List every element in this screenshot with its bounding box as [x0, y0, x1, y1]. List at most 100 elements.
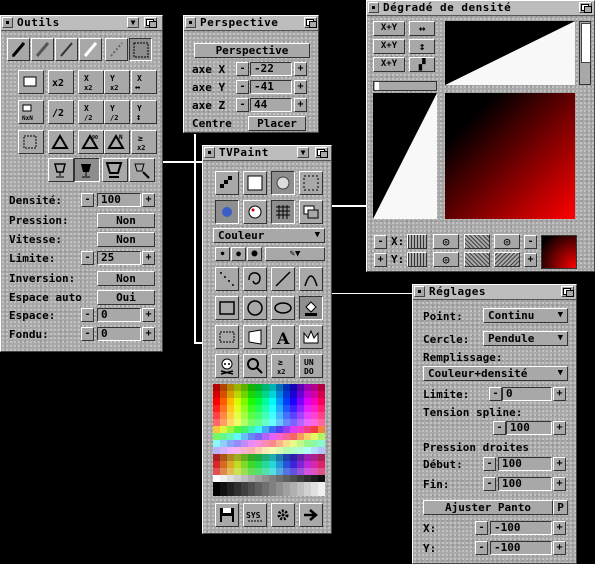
stack-icon[interactable] [299, 200, 323, 224]
close-icon[interactable] [2, 17, 13, 28]
param-plus-button[interactable]: + [142, 327, 155, 341]
circle-icon[interactable] [243, 296, 267, 320]
brush-picker-button[interactable]: ✎▼ [265, 247, 325, 261]
cup-large-icon[interactable] [102, 158, 128, 182]
ring-pattern-button[interactable]: ◎ [494, 234, 520, 249]
x-half-icon[interactable]: Xx2 [78, 70, 104, 94]
debut-minus-button[interactable]: - [483, 457, 496, 471]
depth-gadget-icon[interactable] [561, 286, 574, 297]
line-icon[interactable] [271, 267, 295, 291]
hatch-pattern-button[interactable] [494, 252, 520, 267]
mode-select[interactable]: Couleur ▼ [213, 228, 325, 243]
x-scale-icon[interactable]: X/2 [78, 100, 104, 124]
depth-gadget-icon[interactable] [304, 17, 317, 28]
reglages-titlebar[interactable]: Réglages [413, 285, 576, 300]
brush-size-button[interactable]: ● [215, 247, 230, 261]
cup-pointer-icon[interactable] [129, 158, 155, 182]
axis-plus-button[interactable]: + [294, 80, 307, 94]
text-icon[interactable]: A [271, 325, 295, 349]
brush-size-button[interactable]: ● [247, 247, 262, 261]
swap-axis-button[interactable]: X+Y [373, 57, 405, 72]
ring-pattern-button[interactable]: ◎ [433, 252, 459, 267]
remplissage-select[interactable]: Couleur+densité ▼ [423, 366, 568, 381]
airbrush-icon[interactable] [31, 38, 54, 61]
axis-minus-button[interactable]: - [236, 98, 249, 112]
marker-icon[interactable] [79, 38, 102, 61]
x2-scale-icon[interactable]: x2 [48, 70, 74, 94]
fill-bucket-icon[interactable] [299, 296, 323, 320]
chevron-down-icon[interactable]: ▼ [127, 17, 139, 28]
plus-button[interactable]: + [374, 253, 387, 267]
param-minus-button[interactable]: - [81, 327, 94, 341]
cercle-select[interactable]: Pendule ▼ [483, 331, 568, 346]
axis-field[interactable]: -41 [250, 80, 292, 94]
param-field[interactable]: 100 [97, 193, 141, 207]
limite-field[interactable]: 0 [502, 387, 552, 401]
param-plus-button[interactable]: + [142, 308, 155, 322]
param-field[interactable]: 25 [97, 251, 141, 265]
panto-p-button[interactable]: P [553, 500, 568, 515]
zoom-x2-icon[interactable]: ≥ x2 [131, 130, 157, 154]
depth-gadget-icon[interactable] [315, 147, 328, 158]
plus-button[interactable]: + [524, 253, 537, 267]
sys-icon[interactable]: SYS [243, 503, 267, 527]
param-toggle-button[interactable]: Oui [97, 290, 155, 305]
fin-plus-button[interactable]: + [553, 477, 566, 491]
n-by-n-grid-icon[interactable]: NxN [18, 100, 44, 124]
debut-field[interactable]: 100 [498, 457, 552, 471]
param-minus-button[interactable]: - [81, 193, 94, 207]
degrade-titlebar[interactable]: Dégradé de densité [367, 1, 594, 16]
param-toggle-button[interactable]: Non [97, 213, 155, 228]
pen-icon[interactable] [55, 38, 78, 61]
flip-horizontal-icon[interactable]: X ↔ [131, 70, 157, 94]
fin-field[interactable]: 100 [498, 477, 552, 491]
panto-y-plus-button[interactable]: + [553, 541, 566, 555]
tvpaint-titlebar[interactable]: TVPaint ▼ [203, 146, 331, 161]
spiral-icon[interactable] [243, 267, 267, 291]
y-half-icon[interactable]: Yx2 [104, 70, 130, 94]
cup-filled-icon[interactable] [74, 158, 100, 182]
fin-minus-button[interactable]: - [483, 477, 496, 491]
axis-plus-button[interactable]: + [294, 98, 307, 112]
pencil-icon[interactable] [7, 38, 30, 61]
close-icon[interactable] [185, 17, 196, 28]
axis-field[interactable]: -22 [250, 62, 292, 76]
rotate-n-icon[interactable]: N [104, 130, 130, 154]
debut-plus-button[interactable]: + [553, 457, 566, 471]
close-icon[interactable] [368, 2, 379, 13]
param-toggle-button[interactable]: Non [97, 271, 155, 286]
pattern-button[interactable] [407, 234, 427, 249]
color-palette[interactable] [213, 384, 325, 496]
ajuster-panto-button[interactable]: Ajuster Panto [423, 500, 553, 515]
axis-minus-button[interactable]: - [236, 80, 249, 94]
axis-minus-button[interactable]: - [236, 62, 249, 76]
dither-icon[interactable] [215, 171, 239, 195]
param-minus-button[interactable]: - [81, 251, 94, 265]
diagonal-button[interactable]: ▞ [409, 57, 435, 72]
palette-icon[interactable] [243, 200, 267, 224]
param-field[interactable]: 0 [97, 308, 141, 322]
panto-x-field[interactable]: -100 [490, 521, 552, 535]
point-select[interactable]: Continu ▼ [483, 308, 568, 323]
ellipse-icon[interactable] [271, 296, 295, 320]
limite-minus-button[interactable]: - [489, 387, 502, 401]
perspective-titlebar[interactable]: Perspective [184, 16, 318, 31]
zoom-x2-icon[interactable]: ≥ x2 [271, 354, 295, 378]
grid-icon[interactable] [271, 200, 295, 224]
tension-field[interactable]: 100 [506, 421, 552, 435]
half-scale-icon[interactable]: /2 [48, 100, 74, 124]
brush-select-icon[interactable] [215, 325, 239, 349]
y-scale-icon[interactable]: Y/2 [104, 100, 130, 124]
ring-pattern-button[interactable]: ◎ [433, 234, 459, 249]
copy-frame-icon[interactable] [18, 70, 44, 94]
rectangle-icon[interactable] [215, 296, 239, 320]
vertical-scrollbar[interactable] [579, 21, 591, 85]
param-field[interactable]: 0 [97, 327, 141, 341]
disk-icon[interactable] [215, 503, 239, 527]
rotate-90-icon[interactable]: 90 [78, 130, 104, 154]
placer-button[interactable]: Placer [248, 116, 306, 131]
magnifier-icon[interactable] [243, 354, 267, 378]
dotted-box-icon[interactable] [299, 171, 323, 195]
hatch-pattern-button[interactable] [464, 252, 490, 267]
panto-y-field[interactable]: -100 [490, 541, 552, 555]
